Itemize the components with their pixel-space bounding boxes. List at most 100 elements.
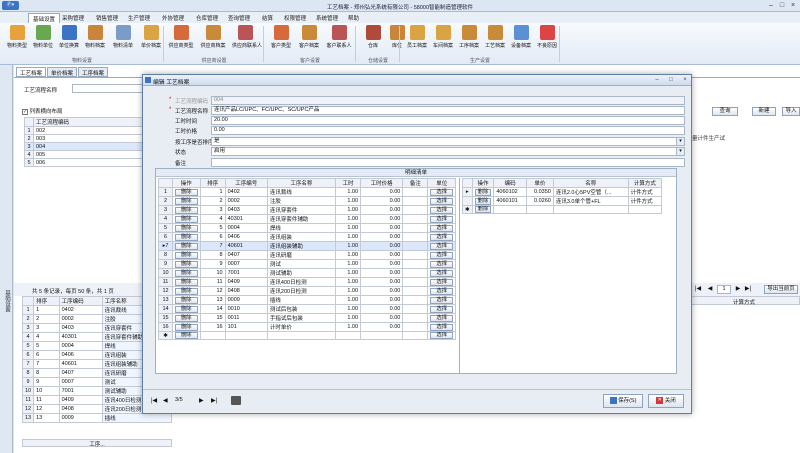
name-cell[interactable]: 计时单价 xyxy=(266,322,336,332)
tab-craft-archive[interactable]: 工艺档案 xyxy=(16,67,47,77)
ribbon-button-18[interactable]: 设备档案 xyxy=(508,24,534,54)
remark-cell[interactable] xyxy=(402,232,429,242)
select-button[interactable]: 选择 xyxy=(430,251,453,259)
remark-cell[interactable] xyxy=(402,322,429,332)
ribbon-button-9[interactable]: 客户类型 xyxy=(268,24,294,54)
table-row[interactable]: ▸ 删除 4060102 0.0350 连讯2.0心5PV空管（... 计件方式 xyxy=(462,187,663,197)
save-button[interactable]: 保存(S) xyxy=(603,394,643,408)
select-button[interactable]: 选择 xyxy=(430,314,453,322)
table-row[interactable]: 16 删除 16 101 计时单价 1.00 0.00 选择 xyxy=(158,322,456,332)
remark-cell[interactable] xyxy=(402,205,429,215)
table-row[interactable]: 5 006 xyxy=(24,158,154,167)
select-button[interactable]: 选择 xyxy=(430,278,453,286)
status-select[interactable]: 启用 xyxy=(211,147,685,156)
remark-cell[interactable] xyxy=(402,277,429,287)
remark-cell[interactable] xyxy=(402,214,429,224)
price-field[interactable]: 0.00 xyxy=(211,126,685,135)
next-record-icon[interactable]: ▶ xyxy=(199,397,204,404)
menu-item-8[interactable]: 权限管理 xyxy=(284,14,306,22)
table-row[interactable]: 14 删除 14 0010 测试后包装 1.00 0.00 选择 xyxy=(158,304,456,314)
table-row[interactable]: 15 删除 15 0011 手指试后包装 1.00 0.00 选择 xyxy=(158,313,456,323)
ribbon-button-17[interactable]: 工艺档案 xyxy=(482,24,508,54)
remark-cell[interactable] xyxy=(402,304,429,314)
select-button[interactable]: 选择 xyxy=(430,323,453,331)
menu-item-4[interactable]: 外协管理 xyxy=(162,14,184,22)
prev-page-icon[interactable]: ◀ xyxy=(706,285,714,294)
new-button[interactable]: 新建 xyxy=(752,107,776,116)
dialog-minimize-icon[interactable]: – xyxy=(653,76,661,84)
layout-checkbox[interactable]: ✓ 列表横向布局 xyxy=(22,107,63,115)
import-button[interactable]: 导入 xyxy=(782,107,800,116)
menu-item-6[interactable]: 查询管理 xyxy=(228,14,250,22)
ribbon-button-16[interactable]: 工序档案 xyxy=(456,24,482,54)
dialog-close-icon[interactable]: × xyxy=(681,76,689,84)
name-cell[interactable]: 插线 xyxy=(266,295,336,305)
menu-item-1[interactable]: 采购管理 xyxy=(62,14,84,22)
left-nav-tab[interactable]: 基础设置 xyxy=(0,65,13,453)
table-row[interactable]: 6 删除 6 0406 连讯组装 1.00 0.00 选择 xyxy=(158,232,456,242)
delete-button[interactable]: 删除 xyxy=(175,287,198,295)
table-row[interactable]: 8 删除 8 0407 连讯研磨 1.00 0.00 选择 xyxy=(158,250,456,260)
ribbon-button-6[interactable]: 供应商类型 xyxy=(168,24,194,54)
ribbon-button-15[interactable]: 车间档案 xyxy=(430,24,456,54)
maximize-icon[interactable]: □ xyxy=(777,1,787,10)
minimize-icon[interactable]: – xyxy=(766,1,776,10)
delete-button[interactable]: 删除 xyxy=(175,314,198,322)
table-row[interactable]: 2 删除 2 0002 注胶 1.00 0.00 选择 xyxy=(158,196,456,206)
menu-item-9[interactable]: 系统管理 xyxy=(316,14,338,22)
table-row[interactable]: 9 删除 9 0007 测试 1.00 0.00 选择 xyxy=(158,259,456,269)
remark-cell[interactable] xyxy=(402,223,429,233)
name-cell[interactable]: 测试辅助 xyxy=(266,268,336,278)
sort-select[interactable]: 是 xyxy=(211,137,685,146)
tab-process-archive[interactable]: 工序档案 xyxy=(78,67,109,77)
remark-cell[interactable] xyxy=(402,286,429,296)
tab-price-archive[interactable]: 单价档案 xyxy=(47,67,78,77)
name-cell[interactable]: 手指试后包装 xyxy=(266,313,336,323)
name-cell[interactable]: 连讯裁线 xyxy=(266,187,336,197)
delete-button[interactable]: 删除 xyxy=(175,197,198,205)
prev-record-icon[interactable]: ◀ xyxy=(163,397,168,404)
remark-cell[interactable] xyxy=(402,313,429,323)
select-button[interactable]: 选择 xyxy=(430,233,453,241)
name-field[interactable]: 连讯产品LC/UPC、FC/UPC、SC/UPC产品 xyxy=(211,106,685,115)
first-record-icon[interactable]: |◀ xyxy=(151,397,157,404)
ribbon-button-4[interactable]: 物料清单 xyxy=(110,24,136,54)
remark-cell[interactable] xyxy=(402,268,429,278)
select-button[interactable]: 选择 xyxy=(430,296,453,304)
delete-button[interactable]: 删除 xyxy=(175,305,198,313)
ribbon-button-3[interactable]: 物料档案 xyxy=(82,24,108,54)
select-button[interactable]: 选择 xyxy=(430,206,453,214)
delete-button[interactable]: 删除 xyxy=(175,224,198,232)
select-button[interactable]: 选择 xyxy=(430,332,453,339)
remark-cell[interactable] xyxy=(402,331,429,340)
delete-button[interactable]: 删除 xyxy=(175,233,198,241)
table-row[interactable]: 13 删除 13 0009 插线 1.00 0.00 选择 xyxy=(158,295,456,305)
select-button[interactable]: 选择 xyxy=(430,188,453,196)
delete-button[interactable]: 删除 xyxy=(474,197,492,205)
delete-button[interactable]: 删除 xyxy=(175,206,198,214)
remark-cell[interactable] xyxy=(402,187,429,197)
table-row[interactable]: 2 003 xyxy=(24,134,154,143)
table-row[interactable]: 1 002 xyxy=(24,126,154,135)
select-button[interactable]: 选择 xyxy=(430,260,453,268)
select-button[interactable]: 选择 xyxy=(430,215,453,223)
name-cell[interactable] xyxy=(266,331,336,340)
ribbon-button-8[interactable]: 供应商联系人 xyxy=(232,24,262,54)
name-cell[interactable]: 连讯组装 xyxy=(266,232,336,242)
table-row[interactable]: 3 删除 3 0403 连讯穿套件 1.00 0.00 选择 xyxy=(158,205,456,215)
menu-item-3[interactable]: 生产管理 xyxy=(128,14,150,22)
close-button[interactable]: ✕ 关闭 xyxy=(648,394,684,408)
table-row[interactable]: 12 删除 12 0408 连讯200日检测 1.00 0.00 选择 xyxy=(158,286,456,296)
select-button[interactable]: 选择 xyxy=(430,269,453,277)
name-cell[interactable]: 焊线 xyxy=(266,223,336,233)
ribbon-button-1[interactable]: 物料单位 xyxy=(30,24,56,54)
remark-field[interactable] xyxy=(211,158,685,167)
menu-item-0[interactable]: 基础设置 xyxy=(28,13,61,23)
delete-button[interactable]: 删除 xyxy=(175,251,198,259)
delete-button[interactable]: 删除 xyxy=(175,278,198,286)
ribbon-button-7[interactable]: 供应商档案 xyxy=(200,24,226,54)
select-button[interactable]: 选择 xyxy=(430,197,453,205)
ribbon-button-14[interactable]: 员工档案 xyxy=(404,24,430,54)
table-row[interactable]: 4 删除 4 40301 连讯穿套件辅助 1.00 0.00 选择 xyxy=(158,214,456,224)
print-icon[interactable] xyxy=(231,396,241,405)
